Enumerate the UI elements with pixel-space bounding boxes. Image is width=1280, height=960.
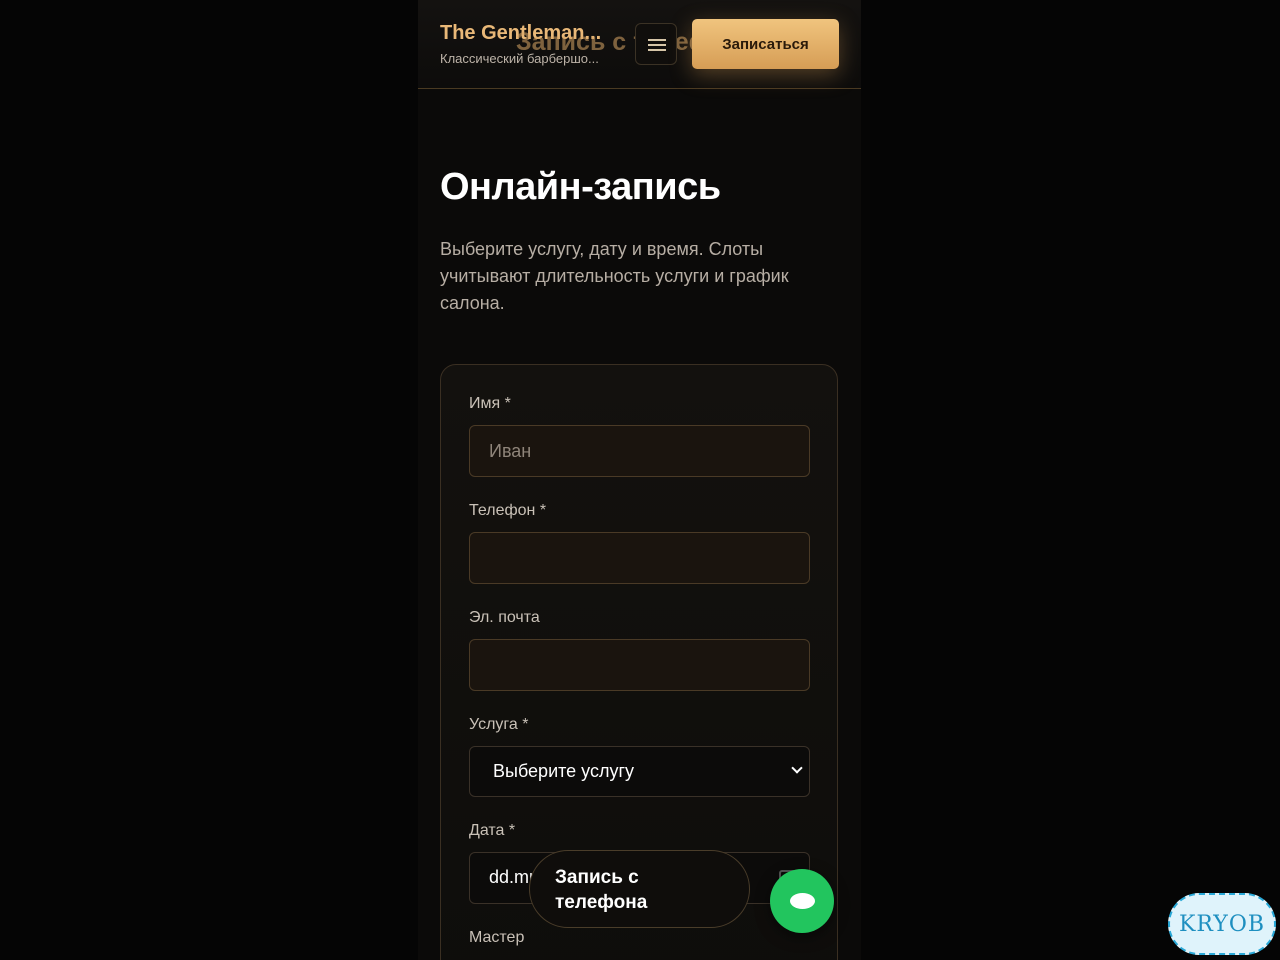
brand-name[interactable]: The Gentleman... (440, 22, 615, 45)
phone-input[interactable] (469, 532, 810, 584)
phone-viewport: The Gentleman... Классический барбершо..… (418, 0, 861, 960)
date-label: Дата * (469, 822, 516, 839)
page-title: Онлайн-запись (440, 166, 721, 208)
email-label: Эл. почта (469, 609, 540, 626)
menu-button[interactable] (635, 23, 677, 65)
hamburger-menu-icon (648, 39, 666, 41)
master-label: Мастер (469, 929, 525, 946)
site-header: The Gentleman... Классический барбершо..… (418, 0, 861, 89)
phone-label: Телефон * (469, 502, 547, 519)
chat-bubble-icon (790, 893, 815, 909)
name-input[interactable] (469, 425, 810, 477)
chevron-down-icon (791, 762, 803, 774)
service-select-value: Выберите услугу (493, 761, 635, 781)
page-subtitle: Выберите услугу, дату и время. Слоты учи… (440, 239, 789, 313)
service-label: Услуга * (469, 716, 529, 733)
phone-booking-pill[interactable]: Запись с телефона (529, 850, 750, 928)
name-label: Имя * (469, 395, 511, 412)
phone-booking-label: Запись с телефона (555, 867, 648, 913)
brand-tagline: Классический барбершо... (440, 51, 599, 66)
watermark-badge: KRYOB (1168, 893, 1276, 955)
email-input[interactable] (469, 639, 810, 691)
hamburger-menu-icon (648, 44, 666, 46)
hamburger-menu-icon (648, 49, 666, 51)
chat-button[interactable] (770, 869, 834, 933)
service-select[interactable]: Выберите услугу (469, 746, 810, 797)
book-button[interactable]: Записаться (692, 19, 839, 69)
